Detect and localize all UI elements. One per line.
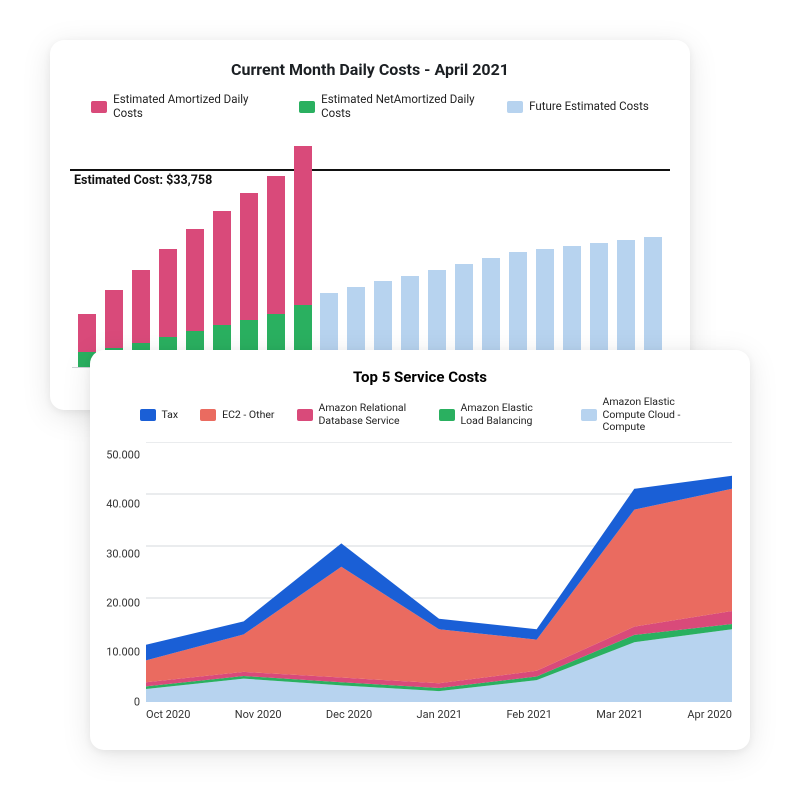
chart-title: Current Month Daily Costs - April 2021 (72, 60, 668, 79)
legend-swatch (140, 409, 156, 421)
legend-swatch (581, 409, 597, 421)
x-tick-label: Oct 2020 (146, 708, 190, 721)
legend-item: Amazon Relational Database Service (297, 396, 417, 434)
area-legend: Tax EC2 - Other Amazon Relational Database… (90, 396, 750, 434)
bar (644, 237, 662, 366)
x-tick-label: Apr 2020 (687, 708, 732, 721)
legend-swatch (200, 409, 216, 421)
y-tick-label: 0 (100, 695, 140, 708)
service-costs-card: Top 5 Service Costs Tax EC2 - Other Amazon… (90, 350, 750, 750)
legend-item: Estimated NetAmortized Daily Costs (299, 93, 479, 121)
legend-swatch (507, 101, 523, 113)
area-title: Top 5 Service Costs (90, 368, 750, 386)
legend-item: Future Estimated Costs (507, 93, 649, 121)
legend-item: Amazon Elastic Load Balancing (439, 396, 559, 434)
y-tick-label: 10.000 (100, 646, 140, 659)
legend-label: Amazon Elastic Load Balancing (461, 402, 559, 427)
legend-label: EC2 - Other (222, 409, 274, 422)
bar (563, 246, 581, 366)
x-tick-label: Nov 2020 (235, 708, 282, 721)
y-tick-label: 20.000 (100, 596, 140, 609)
bar (159, 249, 177, 367)
area-plot (146, 442, 732, 702)
x-axis: Oct 2020 Nov 2020 Dec 2020 Jan 2021 Feb 2021… (90, 702, 750, 721)
legend-item: Tax (140, 396, 179, 434)
bar (536, 249, 554, 367)
bar (294, 146, 312, 366)
legend-label: Estimated Amortized Daily Costs (113, 93, 271, 121)
bar (267, 176, 285, 367)
legend-label: Estimated NetAmortized Daily Costs (321, 93, 479, 121)
bar (590, 243, 608, 366)
x-tick-label: Dec 2020 (326, 708, 372, 721)
y-axis: 010.00020.00030.00040.00050.000 (100, 442, 146, 702)
x-tick-label: Jan 2021 (417, 708, 463, 721)
legend-item: EC2 - Other (200, 396, 274, 434)
legend-label: Amazon Elastic Compute Cloud - Compute (603, 396, 701, 434)
y-tick-label: 40.000 (100, 498, 140, 511)
legend-item: Estimated Amortized Daily Costs (91, 93, 271, 121)
legend-label: Tax (162, 409, 179, 422)
legend-label: Future Estimated Costs (529, 100, 649, 114)
y-tick-label: 30.000 (100, 547, 140, 560)
legend-item: Amazon Elastic Compute Cloud - Compute (581, 396, 701, 434)
bar (617, 240, 635, 366)
legend-label: Amazon Relational Database Service (319, 402, 417, 427)
x-tick-label: Feb 2021 (506, 708, 551, 721)
legend-swatch (91, 101, 107, 113)
x-tick-label: Mar 2021 (596, 708, 643, 721)
legend-swatch (439, 409, 455, 421)
bar-legend: Estimated Amortized Daily Costs Estimated… (72, 93, 668, 121)
y-tick-label: 50.000 (100, 448, 140, 461)
bar (213, 211, 231, 367)
legend-swatch (299, 101, 315, 113)
bar (240, 193, 258, 366)
bar-plot: Estimated Cost: $33,758 (72, 133, 668, 368)
bar (186, 229, 204, 367)
legend-swatch (297, 409, 313, 421)
